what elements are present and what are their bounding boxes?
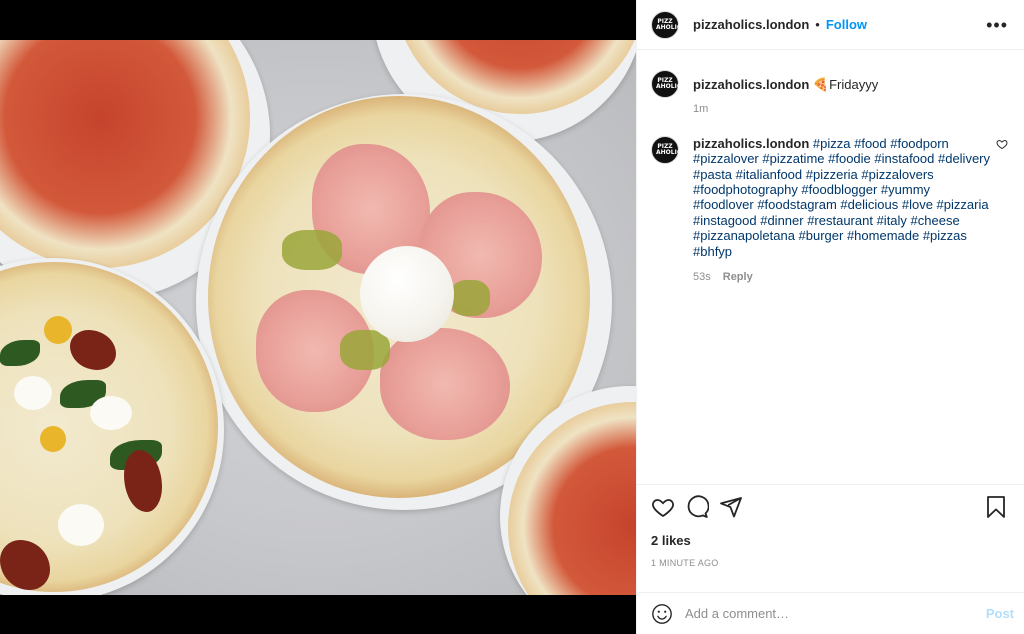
more-options-icon[interactable]: ••• — [986, 16, 1008, 34]
avatar-logo-text: PIZZ AHOLICS — [656, 17, 686, 31]
pistachio-crumbs — [282, 230, 342, 270]
avatar-logo-text: PIZZ AHOLICS — [656, 77, 686, 90]
burrata — [360, 246, 454, 342]
comment-icon[interactable] — [685, 495, 709, 519]
post-timestamp: 1 minute ago — [651, 558, 719, 568]
comment-time[interactable]: 53s — [693, 270, 711, 285]
comment-username[interactable]: pizzaholics.london — [693, 136, 809, 151]
add-comment-bar: Post — [637, 592, 1024, 634]
post-actions: 2 likes 1 minute ago — [637, 484, 1024, 592]
list-item: PIZZ AHOLICS pizzaholics.london #pizza #… — [651, 135, 1008, 286]
comment-hashtags[interactable]: #pizza #food #foodporn #pizzalover #pizz… — [693, 136, 990, 259]
emoji-icon[interactable] — [651, 603, 673, 625]
pistachio-crumbs — [340, 330, 390, 370]
reply-button[interactable]: Reply — [723, 270, 753, 285]
comment-text: 🍕Fridayyy — [812, 77, 879, 92]
comment-input[interactable] — [685, 606, 986, 621]
follow-button[interactable]: Follow — [826, 17, 867, 32]
avatar-logo-text: PIZZ AHOLICS — [656, 142, 686, 156]
comment-time[interactable]: 1m — [693, 102, 708, 117]
comments-list: PIZZ AHOLICS pizzaholics.london 🍕Fridayy… — [637, 50, 1024, 484]
avatar[interactable]: PIZZ AHOLICS — [651, 10, 686, 39]
post-comment-button[interactable]: Post — [986, 606, 1014, 621]
instagram-post: PIZZ AHOLICS pizzaholics.london • Follow… — [0, 0, 1024, 634]
pistachio-crumbs — [450, 280, 490, 316]
post-header: PIZZ AHOLICS pizzaholics.london • Follow… — [637, 0, 1024, 50]
post-media — [0, 0, 636, 634]
mortadella-slice — [380, 328, 510, 440]
mozzarella — [90, 396, 132, 430]
yellow-tomato — [44, 316, 72, 344]
avatar[interactable]: PIZZ AHOLICS — [651, 135, 686, 164]
bookmark-icon[interactable] — [984, 495, 1008, 519]
post-sidebar: PIZZ AHOLICS pizzaholics.london • Follow… — [636, 0, 1024, 634]
mozzarella — [14, 376, 52, 410]
heart-icon[interactable] — [651, 495, 675, 519]
share-icon[interactable] — [719, 495, 743, 519]
like-comment-heart-icon[interactable] — [996, 138, 1008, 150]
caption-comment: PIZZ AHOLICS pizzaholics.london 🍕Fridayy… — [651, 70, 1008, 118]
header-username[interactable]: pizzaholics.london — [693, 17, 809, 32]
yellow-tomato — [40, 426, 66, 452]
post-photo[interactable] — [0, 40, 636, 595]
action-icons — [651, 495, 1008, 519]
comment-username[interactable]: pizzaholics.london — [693, 77, 809, 92]
avatar[interactable]: PIZZ AHOLICS — [651, 70, 686, 98]
separator-dot: • — [815, 17, 820, 32]
mozzarella — [58, 504, 104, 546]
likes-count[interactable]: 2 likes — [651, 533, 1008, 548]
